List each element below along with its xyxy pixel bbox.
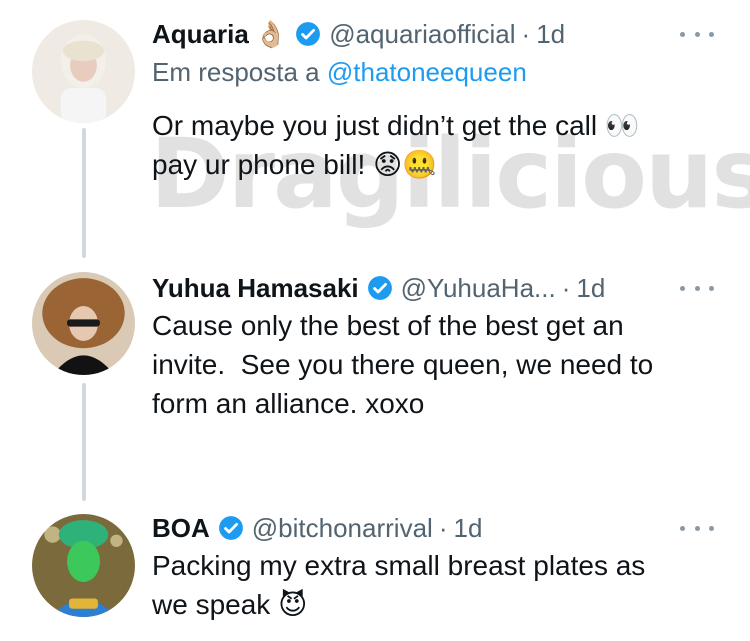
avatar[interactable] [32,514,135,617]
display-name[interactable]: Yuhua Hamasaki [152,270,359,306]
avatar[interactable] [32,20,135,123]
tweet-header: Yuhua Hamasaki @YuhuaHa... · 1d [152,270,605,306]
reply-context: Em resposta a @thatoneequeen [152,54,527,90]
avatar[interactable] [32,272,135,375]
tweet-yuhua[interactable]: Yuhua Hamasaki @YuhuaHa... · 1d Cause on… [0,258,750,498]
timestamp[interactable]: 1d [576,270,605,306]
verified-badge-icon [295,21,321,47]
verified-badge-icon [218,515,244,541]
tweet-header: Aquaria 👌🏼 @aquariaofficial · 1d [152,16,565,52]
tweet-aquaria[interactable]: Aquaria 👌🏼 @aquariaofficial · 1d Em resp… [0,0,750,250]
tweet-boa[interactable]: BOA @bitchonarrival · 1d Packing my extr… [0,500,750,641]
handle[interactable]: @YuhuaHa... [401,270,556,306]
timestamp[interactable]: 1d [453,510,482,546]
separator-dot: · [521,19,531,49]
timestamp[interactable]: 1d [536,16,565,52]
tweet-text: Cause only the best of the best get an i… [152,310,654,419]
more-options-icon[interactable] [680,278,714,298]
handle[interactable]: @bitchonarrival [252,510,433,546]
tweet-header: BOA @bitchonarrival · 1d [152,510,482,546]
more-options-icon[interactable] [680,518,714,538]
more-options-icon[interactable] [680,24,714,44]
reply-mention-link[interactable]: @thatoneequeen [327,57,527,87]
display-name[interactable]: BOA [152,510,210,546]
reply-prefix: Em resposta a [152,57,320,87]
separator-dot: · [438,513,448,543]
separator-dot: · [561,273,571,303]
display-name[interactable]: Aquaria [152,16,249,52]
handle[interactable]: @aquariaofficial [329,16,515,52]
verified-badge-icon [367,275,393,301]
tweet-text: Or maybe you just didn’t get the call 👀 … [152,110,640,180]
name-emoji: 👌🏼 [254,19,288,49]
tweet-text: Packing my extra small breast plates as … [152,550,646,620]
